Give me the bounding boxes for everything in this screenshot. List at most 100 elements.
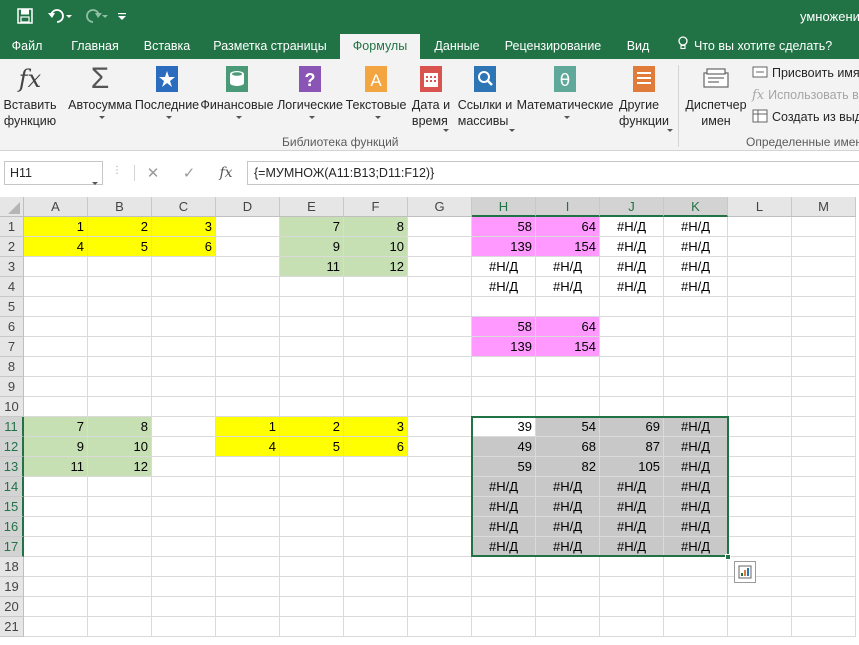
undo-dropdown-icon[interactable] [62, 5, 72, 27]
cell-i12[interactable]: 68 [536, 437, 600, 457]
cell-d19[interactable] [216, 577, 280, 597]
cell-m7[interactable] [792, 337, 856, 357]
row-header-17[interactable]: 17 [0, 537, 24, 557]
cell-h13[interactable]: 59 [472, 457, 536, 477]
tab-review[interactable]: Рецензирование [500, 34, 606, 59]
save-icon[interactable] [14, 5, 36, 27]
cell-j11[interactable]: 69 [600, 417, 664, 437]
cell-f11[interactable]: 3 [344, 417, 408, 437]
cell-c11[interactable] [152, 417, 216, 437]
row-header-12[interactable]: 12 [0, 437, 24, 457]
cell-h3[interactable]: #Н/Д [472, 257, 536, 277]
cell-c16[interactable] [152, 517, 216, 537]
cell-b18[interactable] [88, 557, 152, 577]
cell-m5[interactable] [792, 297, 856, 317]
cell-c21[interactable] [152, 617, 216, 637]
cell-m10[interactable] [792, 397, 856, 417]
cell-e15[interactable] [280, 497, 344, 517]
cell-k5[interactable] [664, 297, 728, 317]
cell-h5[interactable] [472, 297, 536, 317]
cell-e3[interactable]: 11 [280, 257, 344, 277]
cell-h12[interactable]: 49 [472, 437, 536, 457]
cell-m9[interactable] [792, 377, 856, 397]
cell-m12[interactable] [792, 437, 856, 457]
cell-j14[interactable]: #Н/Д [600, 477, 664, 497]
cell-k12[interactable]: #Н/Д [664, 437, 728, 457]
cell-i5[interactable] [536, 297, 600, 317]
cell-g13[interactable] [408, 457, 472, 477]
cell-k6[interactable] [664, 317, 728, 337]
cell-b3[interactable] [88, 257, 152, 277]
financial-functions-button[interactable]: Финансовые [200, 63, 274, 133]
row-header-15[interactable]: 15 [0, 497, 24, 517]
cell-j13[interactable]: 105 [600, 457, 664, 477]
cell-g6[interactable] [408, 317, 472, 337]
cell-m4[interactable] [792, 277, 856, 297]
row-header-8[interactable]: 8 [0, 357, 24, 377]
cell-d1[interactable] [216, 217, 280, 237]
row-header-9[interactable]: 9 [0, 377, 24, 397]
cell-e2[interactable]: 9 [280, 237, 344, 257]
cell-c4[interactable] [152, 277, 216, 297]
cell-e7[interactable] [280, 337, 344, 357]
cell-a16[interactable] [24, 517, 88, 537]
cell-g3[interactable] [408, 257, 472, 277]
cell-d3[interactable] [216, 257, 280, 277]
cell-j7[interactable] [600, 337, 664, 357]
select-all-button[interactable] [0, 197, 24, 217]
cell-b7[interactable] [88, 337, 152, 357]
cell-d18[interactable] [216, 557, 280, 577]
cell-c19[interactable] [152, 577, 216, 597]
cell-d4[interactable] [216, 277, 280, 297]
column-header-d[interactable]: D [216, 197, 280, 217]
cell-l10[interactable] [728, 397, 792, 417]
name-manager-button[interactable]: Диспетчер имен [684, 63, 748, 133]
tab-insert[interactable]: Вставка [138, 34, 196, 59]
cell-f15[interactable] [344, 497, 408, 517]
cell-b2[interactable]: 5 [88, 237, 152, 257]
cell-l17[interactable] [728, 537, 792, 557]
cell-i18[interactable] [536, 557, 600, 577]
cell-l12[interactable] [728, 437, 792, 457]
cell-l14[interactable] [728, 477, 792, 497]
worksheet-grid[interactable]: A B C D E F G H I J K L M 1 2 3 4 5 6 7 8 9 10 11 12 13 14 15 16 17 18… [0, 197, 859, 645]
cell-k4[interactable]: #Н/Д [664, 277, 728, 297]
cell-j17[interactable]: #Н/Д [600, 537, 664, 557]
cell-a2[interactable]: 4 [24, 237, 88, 257]
cell-l21[interactable] [728, 617, 792, 637]
cell-i6[interactable]: 64 [536, 317, 600, 337]
cell-j1[interactable]: #Н/Д [600, 217, 664, 237]
cell-f5[interactable] [344, 297, 408, 317]
row-header-4[interactable]: 4 [0, 277, 24, 297]
cell-g19[interactable] [408, 577, 472, 597]
cell-c3[interactable] [152, 257, 216, 277]
cell-k11[interactable]: #Н/Д [664, 417, 728, 437]
cell-d6[interactable] [216, 317, 280, 337]
cell-m2[interactable] [792, 237, 856, 257]
text-functions-button[interactable]: A Текстовые [344, 63, 408, 133]
cell-b13[interactable]: 12 [88, 457, 152, 477]
cell-j19[interactable] [600, 577, 664, 597]
cell-f8[interactable] [344, 357, 408, 377]
cell-d16[interactable] [216, 517, 280, 537]
cell-e12[interactable]: 5 [280, 437, 344, 457]
cell-h18[interactable] [472, 557, 536, 577]
cell-l4[interactable] [728, 277, 792, 297]
insert-function-button[interactable]: fx Вставить функцию [2, 63, 58, 133]
cell-k7[interactable] [664, 337, 728, 357]
cell-f12[interactable]: 6 [344, 437, 408, 457]
row-header-11[interactable]: 11 [0, 417, 24, 437]
cell-k2[interactable]: #Н/Д [664, 237, 728, 257]
cell-i13[interactable]: 82 [536, 457, 600, 477]
cell-h14[interactable]: #Н/Д [472, 477, 536, 497]
column-header-h[interactable]: H [472, 197, 536, 217]
cell-f3[interactable]: 12 [344, 257, 408, 277]
cell-f4[interactable] [344, 277, 408, 297]
cell-a7[interactable] [24, 337, 88, 357]
cell-g7[interactable] [408, 337, 472, 357]
cell-e17[interactable] [280, 537, 344, 557]
cell-i3[interactable]: #Н/Д [536, 257, 600, 277]
enter-icon[interactable]: ✓ [178, 161, 200, 185]
cell-l15[interactable] [728, 497, 792, 517]
cell-l8[interactable] [728, 357, 792, 377]
